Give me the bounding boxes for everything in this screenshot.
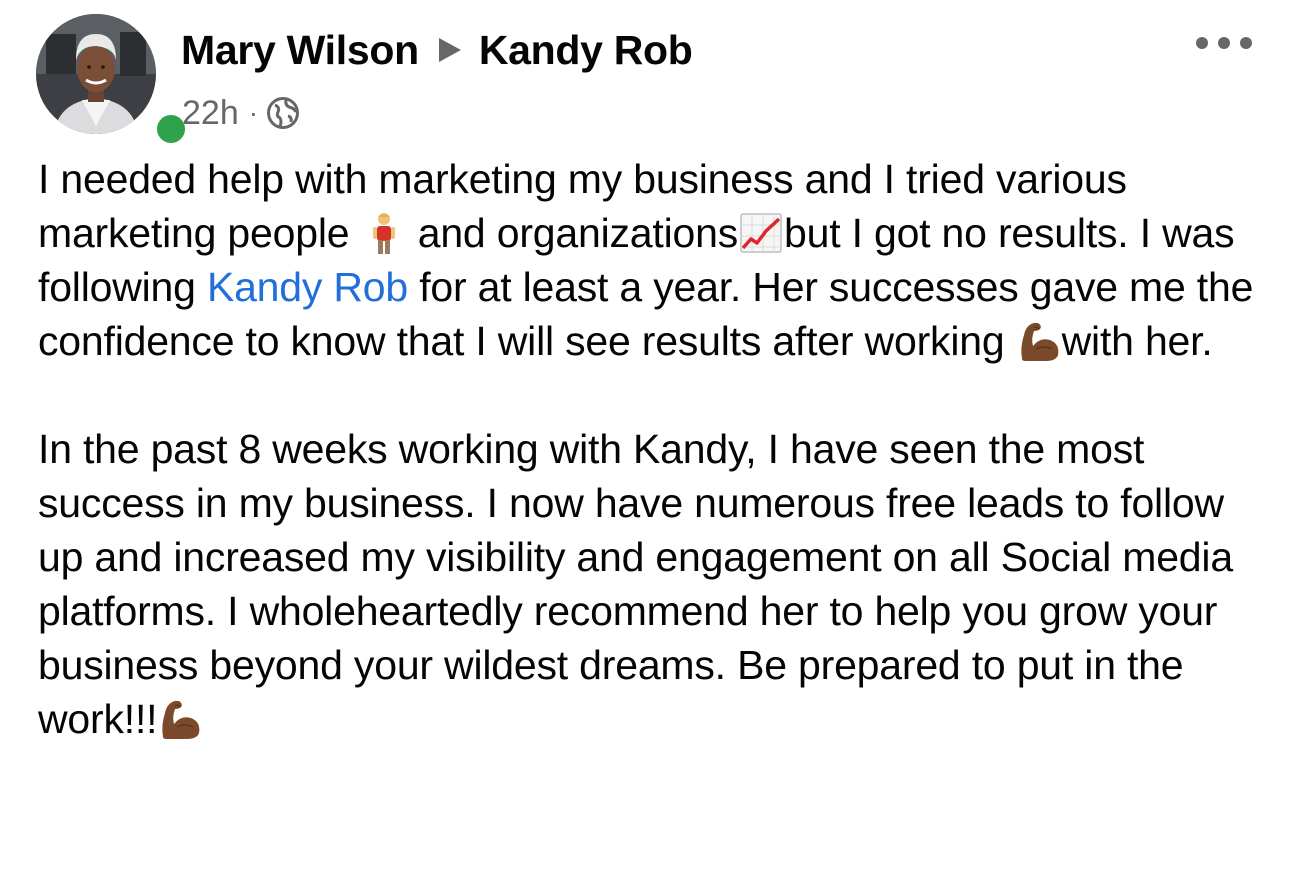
post-text-segment: and organizations	[406, 210, 738, 256]
post-meta: 22h ·	[182, 92, 300, 134]
mention-link-kandy-rob[interactable]: Kandy Rob	[207, 264, 408, 310]
author-name-link[interactable]: Mary Wilson	[181, 27, 419, 74]
post-timestamp[interactable]: 22h	[182, 94, 239, 133]
post-paragraph-2: In the past 8 weeks working with Kandy, …	[38, 422, 1263, 746]
post-text-segment: with her.	[1061, 318, 1213, 364]
more-dot	[1218, 37, 1230, 49]
person-emoji	[361, 211, 407, 255]
post-header-names: Mary Wilson Kandy Rob	[181, 24, 693, 76]
post-body: I needed help with marketing my business…	[38, 152, 1263, 746]
more-dot	[1240, 37, 1252, 49]
meta-separator: ·	[248, 97, 259, 128]
facebook-post: Mary Wilson Kandy Rob 22h · I needed hel…	[0, 0, 1290, 877]
globe-icon[interactable]	[266, 96, 300, 130]
author-avatar-container[interactable]	[36, 14, 190, 148]
flexed-biceps-emoji	[1016, 319, 1062, 363]
chart-increasing-emoji	[738, 211, 784, 255]
arrow-right-icon	[438, 38, 461, 62]
more-dot	[1196, 37, 1208, 49]
avatar[interactable]	[36, 14, 156, 134]
more-options-icon[interactable]	[1196, 30, 1252, 56]
post-text-segment: In the past 8 weeks working with Kandy, …	[38, 426, 1233, 742]
post-paragraph-1: I needed help with marketing my business…	[38, 152, 1263, 368]
target-profile-link[interactable]: Kandy Rob	[479, 27, 693, 74]
flexed-biceps-emoji	[157, 697, 203, 741]
